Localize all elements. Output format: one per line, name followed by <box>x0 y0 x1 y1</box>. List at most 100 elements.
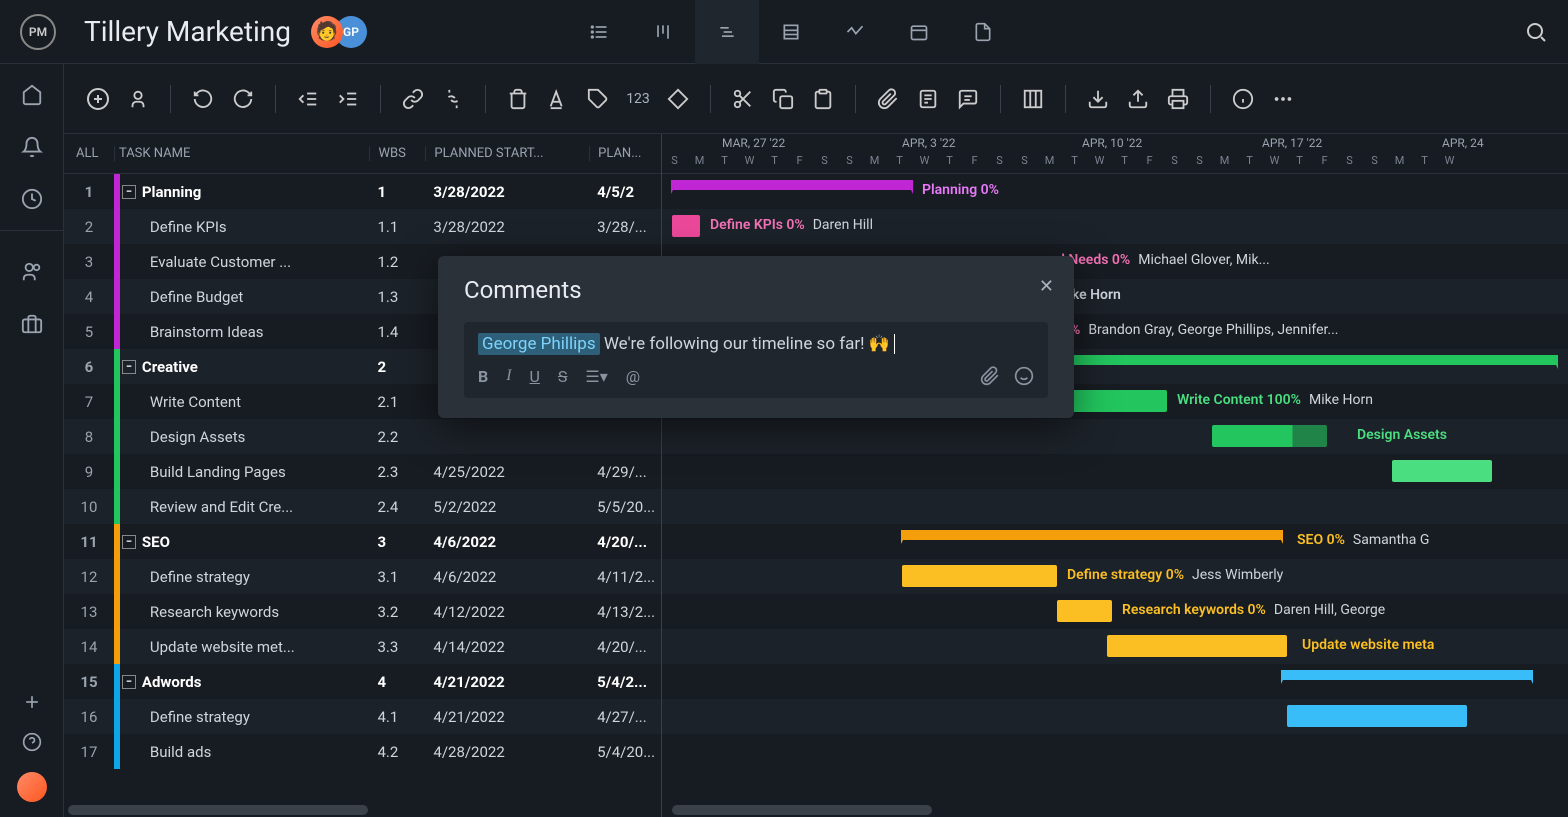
col-header-name[interactable]: TASK NAME <box>114 146 370 161</box>
gantt-row[interactable]: Define strategy 0%Jess Wimberly <box>662 559 1568 594</box>
plus-icon[interactable] <box>22 692 42 712</box>
underline-icon[interactable]: U <box>530 367 540 386</box>
italic-icon[interactable]: I <box>506 367 511 385</box>
col-header-finish[interactable]: PLAN... <box>589 146 661 161</box>
table-row[interactable]: 13Research keywords3.24/12/20224/13/2... <box>64 594 661 629</box>
collapse-icon[interactable]: − <box>122 360 136 374</box>
bold-icon[interactable]: B <box>478 367 488 386</box>
gantt-row[interactable] <box>662 489 1568 524</box>
col-header-wbs[interactable]: WBS <box>369 146 425 161</box>
gantt-row[interactable]: Update website meta <box>662 629 1568 664</box>
close-icon[interactable]: ✕ <box>1039 276 1054 297</box>
task-name-cell[interactable]: Build Landing Pages <box>120 463 370 481</box>
gantt-row[interactable]: SEO 0%Samantha G <box>662 524 1568 559</box>
comment-text-content[interactable]: George Phillips We're following our time… <box>478 334 1034 354</box>
trash-icon[interactable] <box>504 85 532 113</box>
table-row[interactable]: 15−Adwords44/21/20225/4/2... <box>64 664 661 699</box>
attach-icon[interactable] <box>874 85 902 113</box>
unlink-icon[interactable] <box>439 85 467 113</box>
summary-bar[interactable] <box>1282 670 1532 680</box>
add-task-icon[interactable] <box>84 85 112 113</box>
copy-icon[interactable] <box>769 85 797 113</box>
gantt-row[interactable] <box>662 454 1568 489</box>
collaborator-avatars[interactable]: 🧑 GP <box>311 16 367 48</box>
task-bar[interactable] <box>1392 460 1492 482</box>
task-bar[interactable] <box>902 565 1057 587</box>
col-header-all[interactable]: ALL <box>64 146 114 161</box>
indent-icon[interactable] <box>334 85 362 113</box>
gantt-row[interactable]: Planning 0% <box>662 174 1568 209</box>
gantt-row[interactable] <box>662 734 1568 769</box>
strike-icon[interactable]: S <box>558 367 568 386</box>
task-name-cell[interactable]: Design Assets <box>120 428 370 446</box>
comment-icon[interactable] <box>954 85 982 113</box>
import-icon[interactable] <box>1084 85 1112 113</box>
gantt-row[interactable]: Design Assets <box>662 419 1568 454</box>
col-header-start[interactable]: PLANNED START... <box>425 146 589 161</box>
comment-input[interactable]: George Phillips We're following our time… <box>464 322 1048 398</box>
task-name-cell[interactable]: −Adwords <box>120 673 370 691</box>
collapse-icon[interactable]: − <box>122 185 136 199</box>
task-name-cell[interactable]: Brainstorm Ideas <box>120 323 370 341</box>
table-row[interactable]: 9Build Landing Pages2.34/25/20224/29/... <box>64 454 661 489</box>
task-bar[interactable] <box>1287 705 1467 727</box>
gantt-row[interactable]: Define KPIs 0%Daren Hill <box>662 209 1568 244</box>
app-logo[interactable]: PM <box>20 14 56 50</box>
search-icon[interactable] <box>1524 20 1548 44</box>
task-bar[interactable] <box>1107 635 1287 657</box>
task-name-cell[interactable]: Write Content <box>120 393 370 411</box>
task-name-cell[interactable]: Define KPIs <box>120 218 370 236</box>
undo-icon[interactable] <box>189 85 217 113</box>
table-row[interactable]: 1−Planning13/28/20224/5/2 <box>64 174 661 209</box>
attach-file-icon[interactable] <box>980 366 1000 386</box>
gantt-view-tab[interactable] <box>695 0 759 64</box>
clock-icon[interactable] <box>0 188 63 231</box>
task-name-cell[interactable]: −SEO <box>120 533 370 551</box>
more-icon[interactable] <box>1269 85 1297 113</box>
table-row[interactable]: 12Define strategy3.14/6/20224/11/2... <box>64 559 661 594</box>
collapse-icon[interactable]: − <box>122 535 136 549</box>
gantt-row[interactable] <box>662 699 1568 734</box>
outdent-icon[interactable] <box>294 85 322 113</box>
sheet-view-tab[interactable] <box>759 0 823 64</box>
collapse-icon[interactable]: − <box>122 675 136 689</box>
avatar[interactable]: 🧑 <box>311 16 343 48</box>
font-icon[interactable] <box>544 85 572 113</box>
table-row[interactable]: 11−SEO34/6/20224/20/... <box>64 524 661 559</box>
task-name-cell[interactable]: Define strategy <box>120 568 370 586</box>
table-scrollbar[interactable] <box>68 805 368 815</box>
info-icon[interactable] <box>1229 85 1257 113</box>
gantt-row[interactable] <box>662 664 1568 699</box>
task-bar[interactable] <box>1057 600 1112 622</box>
summary-bar[interactable] <box>1057 355 1557 365</box>
table-row[interactable]: 14Update website met...3.34/14/20224/20/… <box>64 629 661 664</box>
mention-chip[interactable]: George Phillips <box>478 333 600 355</box>
board-view-tab[interactable] <box>631 0 695 64</box>
print-icon[interactable] <box>1164 85 1192 113</box>
task-name-cell[interactable]: −Planning <box>120 183 370 201</box>
team-icon[interactable] <box>21 261 43 283</box>
gantt-scrollbar[interactable] <box>672 805 932 815</box>
summary-bar[interactable] <box>902 530 1282 540</box>
task-name-cell[interactable]: −Creative <box>120 358 370 376</box>
home-icon[interactable] <box>21 84 43 106</box>
table-row[interactable]: 10Review and Edit Cre...2.45/2/20225/5/2… <box>64 489 661 524</box>
table-row[interactable]: 8Design Assets2.2 <box>64 419 661 454</box>
task-name-cell[interactable]: Evaluate Customer ... <box>120 253 370 271</box>
cut-icon[interactable] <box>729 85 757 113</box>
user-avatar[interactable] <box>17 772 47 802</box>
task-name-cell[interactable]: Research keywords <box>120 603 370 621</box>
columns-icon[interactable] <box>1019 85 1047 113</box>
list-format-icon[interactable]: ☰▾ <box>585 367 607 386</box>
table-row[interactable]: 17Build ads4.24/28/20225/4/20... <box>64 734 661 769</box>
task-name-cell[interactable]: Define strategy <box>120 708 370 726</box>
task-name-cell[interactable]: Update website met... <box>120 638 370 656</box>
task-bar[interactable] <box>672 215 700 237</box>
task-name-cell[interactable]: Review and Edit Cre... <box>120 498 370 516</box>
table-row[interactable]: 16Define strategy4.14/21/20224/27/... <box>64 699 661 734</box>
table-row[interactable]: 2Define KPIs1.13/28/20223/28/... <box>64 209 661 244</box>
summary-bar[interactable] <box>672 180 912 190</box>
wbs-number-icon[interactable]: 123 <box>624 85 652 113</box>
calendar-view-tab[interactable] <box>887 0 951 64</box>
task-bar[interactable] <box>1212 425 1327 447</box>
